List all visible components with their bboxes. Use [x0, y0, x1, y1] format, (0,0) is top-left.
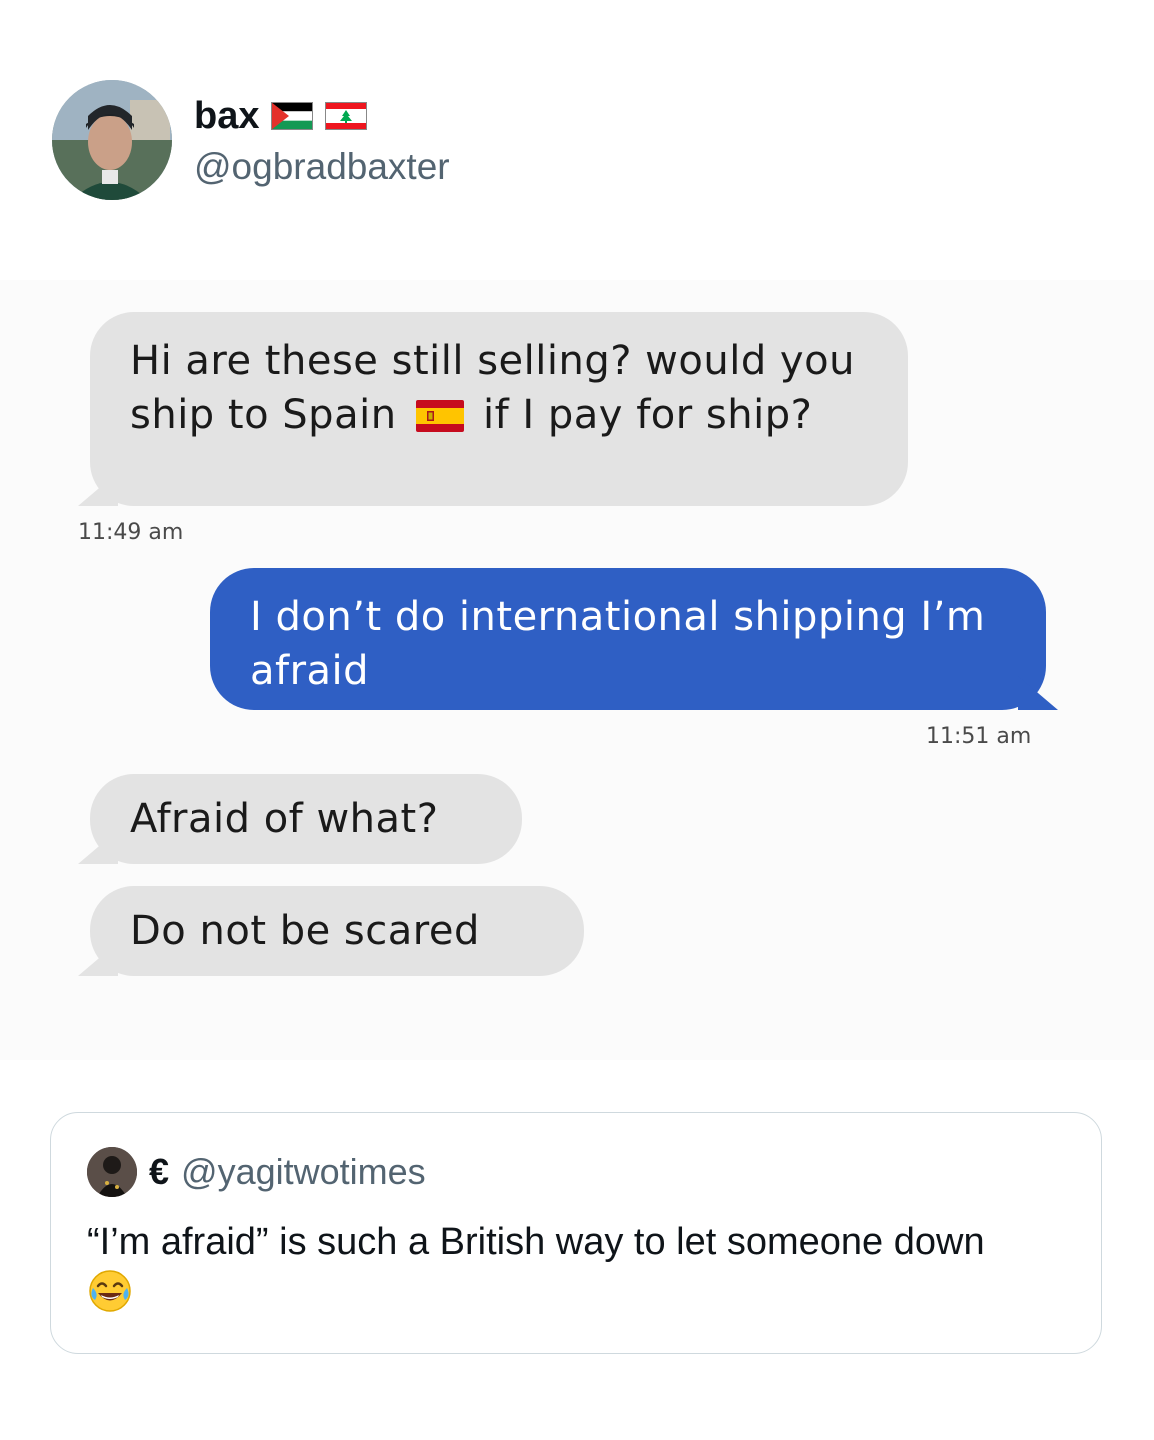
face-with-tears-of-joy-icon	[87, 1268, 133, 1314]
lebanon-flag-icon	[325, 102, 368, 130]
bubble-tail	[78, 942, 118, 976]
message-text: Afraid of what?	[130, 796, 439, 842]
message-timestamp: 11:51 am	[926, 724, 1032, 749]
message-timestamp: 11:49 am	[78, 520, 184, 545]
bubble-tail	[78, 472, 118, 506]
quoted-post-body: “I’m afraid” is such a British way to le…	[87, 1221, 985, 1263]
quoted-author-name[interactable]: €	[149, 1151, 169, 1193]
incoming-message-bubble: Hi are these still selling? would you sh…	[78, 312, 908, 506]
chat-screenshot: Hi are these still selling? would you sh…	[0, 280, 1154, 1060]
incoming-message-bubble: Do not be scared	[78, 886, 584, 976]
outgoing-message-bubble: I don’t do international shipping I’m af…	[210, 568, 1058, 710]
message-text: Do not be scared	[130, 908, 480, 954]
quoted-post-header: € @yagitwotimes	[87, 1147, 426, 1197]
spain-flag-icon	[415, 400, 464, 432]
author-name-row: bax	[194, 94, 368, 138]
author-handle[interactable]: @ogbradbaxter	[194, 145, 450, 189]
quoted-author-handle[interactable]: @yagitwotimes	[181, 1151, 426, 1193]
message-text: if I pay for ship?	[482, 392, 813, 438]
author-avatar[interactable]	[52, 80, 172, 200]
quoted-post-text: “I’m afraid” is such a British way to le…	[87, 1217, 1027, 1317]
quoted-post[interactable]: € @yagitwotimes “I’m afraid” is such a B…	[50, 1112, 1102, 1354]
bubble-tail	[1018, 676, 1058, 710]
bubble-tail	[78, 830, 118, 864]
author-name[interactable]: bax	[194, 94, 259, 138]
message-text: I don’t do international shipping I’m af…	[250, 594, 986, 694]
incoming-message-bubble: Afraid of what?	[78, 774, 522, 864]
author-avatar-image	[52, 80, 172, 200]
palestine-flag-icon	[271, 102, 314, 130]
quoted-author-avatar[interactable]	[87, 1147, 137, 1197]
